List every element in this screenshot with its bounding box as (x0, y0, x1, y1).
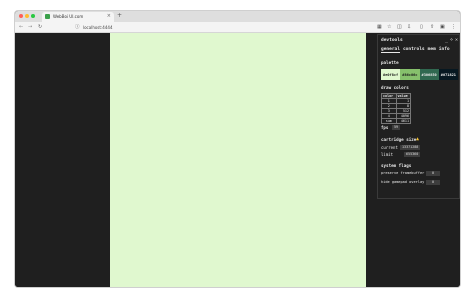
favicon-icon (45, 14, 50, 19)
browser-window: WebBoi UI.com × + ← → ↻ ⓘ localhost:4444… (14, 10, 461, 288)
palette-swatch: #e0f8cf (381, 69, 401, 80)
detach-panel-icon[interactable]: ⋄ (450, 37, 453, 43)
tab-mem[interactable]: mem (428, 47, 436, 53)
zoom-window-icon[interactable] (31, 14, 35, 18)
extensions-icon[interactable]: ▦ (377, 24, 382, 30)
cartridge-limit-label: limit (381, 152, 394, 157)
address-bar[interactable]: ⓘ localhost:4444 (73, 24, 363, 31)
split-view-icon[interactable]: ◫ (397, 24, 402, 30)
close-tab-icon[interactable]: × (107, 13, 111, 19)
devtools-tabs: general controls mem info (381, 47, 450, 53)
draw-colors-heading: draw colors (381, 85, 409, 90)
devtools-panel: devtools _ ⋄ ✕ general controls mem info… (377, 34, 460, 199)
browser-tab[interactable]: WebBoi UI.com × (42, 12, 114, 22)
table-cell: 4611 (395, 118, 411, 124)
menu-icon[interactable]: ⋮ (451, 24, 456, 30)
cartridge-current-label: current (381, 145, 398, 150)
palette-swatches: #e0f8cf #86c06c #306850 #071821 (381, 69, 458, 80)
warning-icon: ▲ (416, 136, 420, 142)
table-row: sum 4611 (381, 118, 411, 124)
site-info-icon[interactable]: ⓘ (75, 24, 80, 30)
palette-swatch: #071821 (438, 69, 458, 80)
download-icon[interactable]: ⇩ (407, 24, 411, 30)
minimize-panel-icon[interactable]: _ (445, 37, 448, 43)
game-canvas[interactable] (110, 33, 366, 287)
cartridge-limit-value: 655360 (404, 152, 421, 157)
share-icon[interactable]: ⇪ (430, 24, 434, 30)
tab-strip: WebBoi UI.com × + (15, 11, 460, 22)
address-url: localhost:4444 (83, 25, 113, 30)
palette-heading: palette (381, 60, 399, 65)
tabs-overview-icon[interactable]: ▣ (440, 24, 445, 30)
close-window-icon[interactable] (19, 14, 23, 18)
draw-colors-table: color value 1 1 2 8 3 512 4 4096 sum 461… (381, 93, 411, 124)
cartridge-current-value: 13371288 (400, 145, 421, 150)
flag-label: hide gamepad overlay (381, 180, 425, 184)
table-cell: sum (381, 118, 397, 124)
close-panel-icon[interactable]: ✕ (455, 37, 458, 43)
tab-general[interactable]: general (381, 47, 400, 53)
system-flags-heading: system flags (381, 163, 412, 168)
back-icon[interactable]: ← (19, 24, 23, 30)
flag-value-input[interactable]: 0 (426, 180, 440, 185)
palette-swatch: #86c06c (400, 69, 420, 80)
minimize-window-icon[interactable] (25, 14, 29, 18)
sidebar-icon[interactable]: ▯ (420, 24, 423, 30)
fps-value: 59 (392, 125, 401, 130)
fps-label: fps (381, 125, 389, 130)
browser-toolbar: ← → ↻ ⓘ localhost:4444 ▦ ☆ ◫ ⇩ ▯ ⇪ ▣ ⋮ (15, 22, 460, 33)
flag-label: preserve framebuffer (381, 171, 425, 175)
forward-icon[interactable]: → (28, 24, 32, 30)
flag-value-input[interactable]: 0 (426, 171, 440, 176)
palette-swatch: #306850 (419, 69, 439, 80)
cartridge-size-heading: cartridge size (381, 137, 417, 142)
tab-title: WebBoi UI.com (53, 14, 84, 19)
tab-info[interactable]: info (439, 47, 450, 53)
reload-icon[interactable]: ↻ (38, 24, 42, 30)
devtools-title: devtools (381, 38, 403, 43)
new-tab-button[interactable]: + (117, 12, 122, 19)
bookmark-icon[interactable]: ☆ (387, 24, 391, 30)
tab-controls[interactable]: controls (403, 47, 425, 53)
page-viewport: devtools _ ⋄ ✕ general controls mem info… (15, 33, 460, 287)
